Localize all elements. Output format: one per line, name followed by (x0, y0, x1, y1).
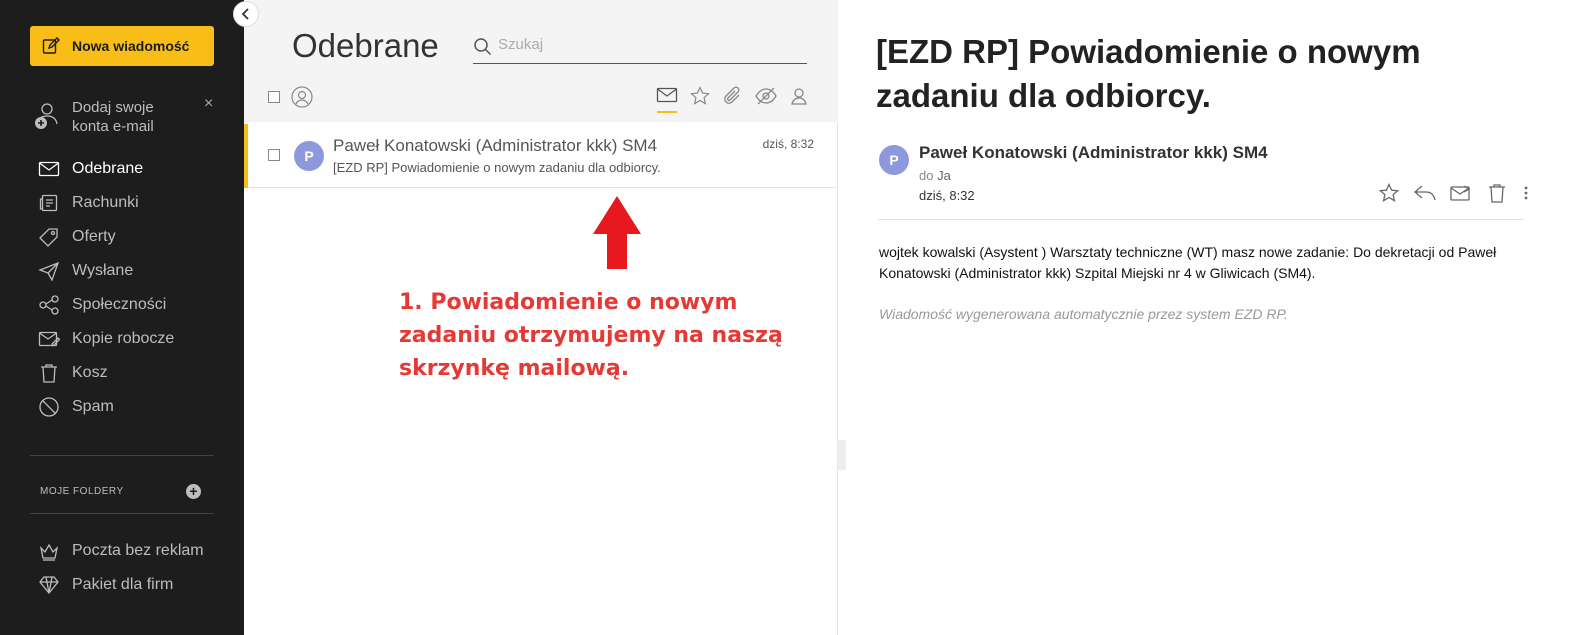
sidebar-item-bills[interactable]: Rachunki (0, 186, 244, 220)
header-divider (878, 219, 1524, 220)
list-header: Odebrane (244, 0, 838, 122)
page-title: Odebrane (292, 27, 439, 64)
close-icon[interactable]: × (204, 95, 213, 113)
sidebar-item-label: Społeczności (72, 296, 167, 313)
star-icon[interactable] (1378, 182, 1400, 204)
sidebar-item-label: Pakiet dla firm (72, 576, 174, 593)
annotation-arrow-icon (593, 196, 641, 269)
sidebar-item-label: Rachunki (72, 194, 139, 211)
trash-icon[interactable] (1486, 182, 1508, 204)
sidebar-divider (30, 455, 214, 456)
spam-icon (39, 397, 59, 417)
add-folder-icon[interactable]: + (186, 484, 201, 499)
my-folders-header: MOJE FOLDERY (40, 486, 124, 497)
message-body: wojtek kowalski (Asystent ) Warsztaty te… (879, 244, 1497, 281)
message-sender: Paweł Konatowski (Administrator kkk) SM4 (333, 136, 658, 155)
select-all-checkbox[interactable] (268, 91, 280, 103)
forward-icon[interactable] (1450, 182, 1472, 204)
crown-icon (39, 543, 59, 561)
message-actions (1378, 182, 1530, 204)
sidebar-item-no-ads[interactable]: Poczta bez reklam (0, 534, 244, 568)
add-accounts-label: Dodaj swoje konta e-mail (72, 98, 154, 136)
paper-plane-icon (38, 261, 60, 282)
message-date: dziś, 8:32 (919, 188, 975, 203)
diamond-icon (39, 576, 59, 595)
sidebar-item-drafts[interactable]: Kopie robocze (0, 322, 244, 356)
add-account-icon (35, 103, 58, 129)
sidebar-item-inbox[interactable]: Odebrane (0, 152, 244, 186)
sidebar-item-label: Spam (72, 398, 114, 415)
contact-filter-icon[interactable] (788, 86, 810, 110)
search-box (473, 33, 807, 64)
sidebar: Nowa wiadomość Dodaj swoje konta e-mail … (0, 0, 244, 635)
draft-icon (38, 331, 60, 347)
unread-filter-icon[interactable] (656, 86, 678, 113)
filter-toolbar (656, 86, 810, 113)
share-icon (39, 295, 59, 315)
add-email-accounts[interactable]: Dodaj swoje konta e-mail × (34, 95, 224, 138)
message-checkbox[interactable] (268, 149, 280, 161)
sidebar-item-label: Poczta bez reklam (72, 542, 204, 559)
pencil-icon (42, 37, 60, 54)
annotation-text: 1. Powiadomienie o nowym zadaniu otrzymu… (399, 290, 783, 381)
sidebar-item-label: Kopie robocze (72, 330, 175, 347)
message-title: [EZD RP] Powiadomienie o nowym zadaniu d… (876, 33, 1421, 114)
reading-pane: [EZD RP] Powiadomienie o nowym zadaniu d… (876, 0, 1536, 635)
message-row[interactable]: P Paweł Konatowski (Administrator kkk) S… (244, 124, 838, 188)
sidebar-item-spam[interactable]: Spam (0, 390, 244, 424)
add-accounts-line2: konta e-mail (72, 118, 154, 135)
pane-resize-handle[interactable] (838, 440, 846, 470)
sidebar-item-trash[interactable]: Kosz (0, 356, 244, 390)
avatar: P (879, 145, 909, 175)
bills-icon (39, 194, 58, 212)
message-subject: [EZD RP] Powiadomienie o nowym zadaniu d… (333, 160, 661, 175)
new-message-label: Nowa wiadomość (72, 38, 190, 54)
promo-links: Poczta bez reklam Pakiet dla firm (0, 534, 244, 602)
message-list-pane: Odebrane Szukaj P Paweł Konatowski (Admi… (244, 0, 838, 635)
collapse-sidebar-button[interactable] (233, 1, 259, 27)
mail-app: Nowa wiadomość Dodaj swoje konta e-mail … (0, 0, 1574, 635)
recipient-name[interactable]: Ja (937, 168, 951, 183)
message-sender: Paweł Konatowski (Administrator kkk) SM4 (919, 143, 1268, 162)
sidebar-item-social[interactable]: Społeczności (0, 288, 244, 322)
search-input[interactable] (498, 36, 798, 53)
message-time: dziś, 8:32 (762, 137, 814, 151)
sidebar-item-sent[interactable]: Wysłane (0, 254, 244, 288)
chevron-left-icon (241, 8, 249, 20)
sidebar-item-offers[interactable]: Oferty (0, 220, 244, 254)
folder-nav: Odebrane Rachunki Oferty Wysłane Społecz… (0, 152, 244, 424)
star-filter-icon[interactable] (689, 86, 711, 110)
search-icon (474, 38, 492, 56)
sidebar-item-label: Kosz (72, 364, 108, 381)
sidebar-item-label: Odebrane (72, 160, 144, 177)
recipient-prefix: do (919, 168, 934, 183)
trash-icon (41, 364, 57, 383)
sidebar-item-label: Oferty (72, 228, 116, 245)
message-recipient: do Ja (919, 168, 951, 183)
reply-icon[interactable] (1414, 182, 1436, 204)
more-options-icon[interactable] (1522, 182, 1530, 204)
sidebar-divider (30, 513, 214, 514)
sidebar-item-label: Wysłane (72, 262, 134, 279)
hidden-filter-icon[interactable] (755, 86, 777, 110)
envelope-icon (38, 161, 60, 177)
tag-icon (39, 228, 58, 247)
sidebar-item-business[interactable]: Pakiet dla firm (0, 568, 244, 602)
sender-filter-icon[interactable] (291, 86, 313, 108)
add-accounts-line1: Dodaj swoje (72, 99, 154, 116)
new-message-button[interactable]: Nowa wiadomość (30, 26, 214, 66)
attachment-filter-icon[interactable] (722, 86, 744, 110)
selected-indicator (244, 124, 248, 188)
message-footer: Wiadomość wygenerowana automatycznie prz… (879, 306, 1288, 322)
avatar: P (294, 141, 324, 171)
